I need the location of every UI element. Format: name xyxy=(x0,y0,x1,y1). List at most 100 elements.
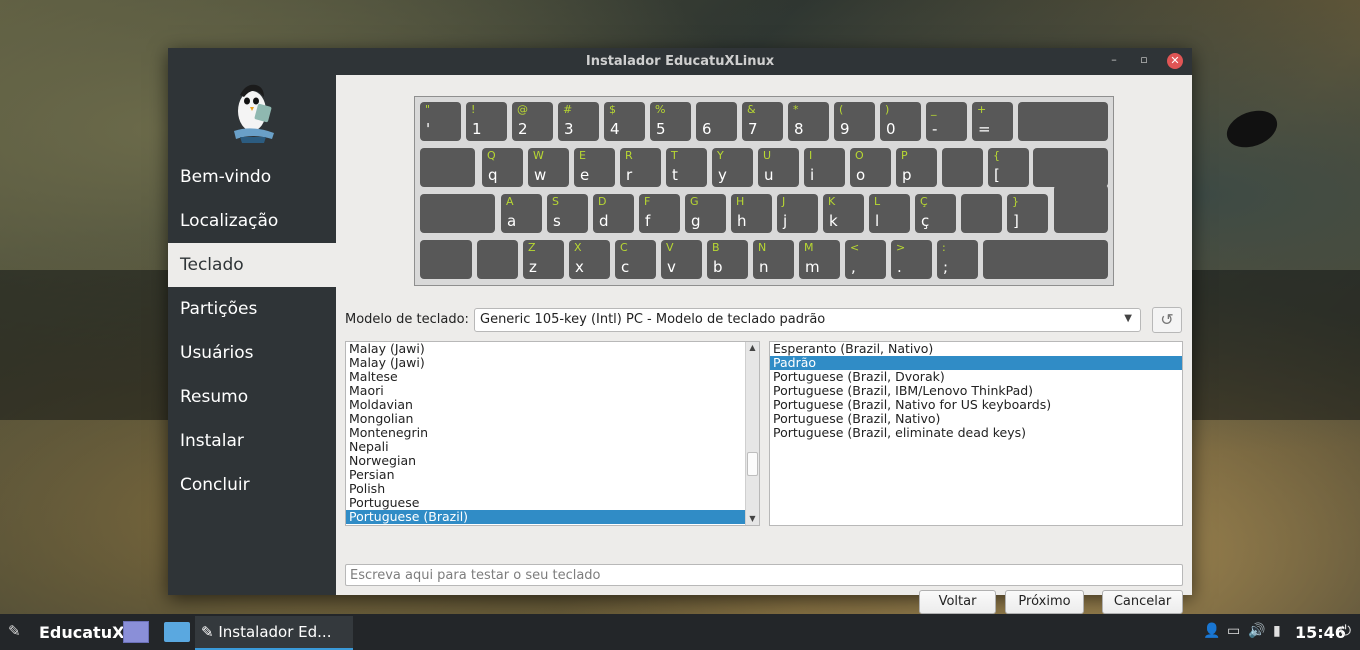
layout-list-item[interactable]: Portuguese (Brazil) xyxy=(346,510,746,524)
variant-list-item[interactable]: Portuguese (Brazil, Nativo) xyxy=(770,412,1182,426)
variant-list[interactable]: Esperanto (Brazil, Nativo) Padrão Portugue… xyxy=(769,341,1183,526)
scroll-down-icon[interactable]: ▼ xyxy=(746,513,759,525)
taskbar-task-installer[interactable]: ✎ Instalador Ed... xyxy=(195,616,353,650)
desktop-icon[interactable] xyxy=(123,621,149,643)
start-menu-icon[interactable]: ✎ xyxy=(8,622,28,642)
refresh-icon: ↺ xyxy=(1160,310,1174,329)
key-shift-label: Q xyxy=(487,149,496,162)
sidebar-item-localizacao[interactable]: Localização xyxy=(168,199,336,243)
layout-list-scrollbar[interactable]: ▲ ▼ xyxy=(745,342,759,525)
variant-list-item[interactable]: Portuguese (Brazil, Dvorak) xyxy=(770,370,1182,384)
key-shift-label: { xyxy=(993,149,1000,162)
scroll-up-icon[interactable]: ▲ xyxy=(746,342,759,354)
layout-list-item[interactable]: Portuguese xyxy=(346,496,746,510)
cancel-button[interactable]: Cancelar xyxy=(1102,590,1183,614)
key: $4 xyxy=(604,102,645,141)
key: Jj xyxy=(777,194,818,233)
enter-key-lower xyxy=(1054,185,1108,233)
keyboard-model-select[interactable]: Generic 105-key (Intl) PC - Modelo de te… xyxy=(474,308,1141,332)
layout-list-item[interactable]: Malay (Jawi) xyxy=(346,356,746,370)
key-base-label: v xyxy=(667,258,676,276)
minimize-icon[interactable]: – xyxy=(1106,53,1122,69)
key-shift-label: O xyxy=(855,149,864,162)
key-base-label: - xyxy=(932,120,938,138)
keyboard-test-input[interactable] xyxy=(345,564,1183,586)
penguin-logo-icon xyxy=(234,84,274,143)
key-base-label: r xyxy=(626,166,633,184)
key-shift-label: V xyxy=(666,241,674,254)
sidebar-item-usuarios[interactable]: Usuários xyxy=(168,331,336,375)
key-base-label: f xyxy=(645,212,651,230)
scrollbar-thumb[interactable] xyxy=(747,452,758,476)
layout-list-item[interactable]: Maori xyxy=(346,384,746,398)
display-icon[interactable]: ▭ xyxy=(1227,623,1240,639)
layout-list-item[interactable]: Nepali xyxy=(346,440,746,454)
chevron-down-icon: ▼ xyxy=(1124,313,1132,324)
close-icon[interactable]: ✕ xyxy=(1167,53,1183,69)
window-titlebar[interactable]: Instalador EducatuXLinux – ▫ ✕ xyxy=(168,48,1192,75)
variant-list-item[interactable]: Portuguese (Brazil, Nativo for US keyboa… xyxy=(770,398,1182,412)
key: Dd xyxy=(593,194,634,233)
start-menu-label[interactable]: EducatuX xyxy=(39,623,124,642)
keyboard-preview: " '! 1 @2 #3 $4% 5 6 & 7 * 8(9) 0 _ - + = Qq Ww Ee Rr Tt Yy Uu I… xyxy=(414,96,1114,286)
key: Tt xyxy=(666,148,707,187)
key-base-label: s xyxy=(553,212,561,230)
layout-list-item[interactable]: Montenegrin xyxy=(346,426,746,440)
key: % 5 xyxy=(650,102,691,141)
taskbar: ✎ EducatuX ✎ Instalador Ed... 👤 ▭ 🔊 ▮ 15… xyxy=(0,614,1360,650)
layout-list[interactable]: Malay (Jawi) Malay (Jawi) Maltese Maori Mold… xyxy=(345,341,760,526)
sidebar-item-teclado[interactable]: Teclado xyxy=(168,243,336,287)
key: 6 xyxy=(696,102,737,141)
key-shift-label: Y xyxy=(717,149,724,162)
layout-list-item[interactable]: Maltese xyxy=(346,370,746,384)
sidebar-item-particoes[interactable]: Partições xyxy=(168,287,336,331)
key-shift-label: G xyxy=(690,195,699,208)
key-shift-label: I xyxy=(809,149,813,162)
key-shift-label: Z xyxy=(528,241,536,254)
keyboard-model-value: Generic 105-key (Intl) PC - Modelo de te… xyxy=(480,312,826,327)
key-base-label: l xyxy=(875,212,880,230)
key: Çç xyxy=(915,194,956,233)
key-base-label: h xyxy=(737,212,747,230)
key-shift-label: " xyxy=(425,103,431,116)
key: Gg xyxy=(685,194,726,233)
layout-list-item[interactable]: Norwegian xyxy=(346,454,746,468)
layout-list-item[interactable]: Mongolian xyxy=(346,412,746,426)
volume-icon[interactable]: 🔊 xyxy=(1248,623,1265,639)
key: " ' xyxy=(420,102,461,141)
key-shift-label: C xyxy=(620,241,628,254)
key: Rr xyxy=(620,148,661,187)
key-base-label: y xyxy=(718,166,727,184)
key: Vv xyxy=(661,240,702,279)
key: _ - xyxy=(926,102,967,141)
folder-icon[interactable] xyxy=(164,622,190,642)
sidebar-item-instalar[interactable]: Instalar xyxy=(168,419,336,463)
next-button[interactable]: Próximo xyxy=(1005,590,1084,614)
sidebar-item-concluir[interactable]: Concluir xyxy=(168,463,336,507)
sidebar-item-resumo[interactable]: Resumo xyxy=(168,375,336,419)
key-shift-label: D xyxy=(598,195,607,208)
layout-list-item[interactable]: Malay (Jawi) xyxy=(346,342,746,356)
maximize-icon[interactable]: ▫ xyxy=(1136,53,1152,69)
layout-list-item[interactable]: Moldavian xyxy=(346,398,746,412)
sidebar-item-bem-vindo[interactable]: Bem-vindo xyxy=(168,155,336,199)
key: :; xyxy=(937,240,978,279)
power-icon[interactable]: ⏻ xyxy=(1340,623,1351,639)
battery-icon[interactable]: ▮ xyxy=(1273,623,1281,639)
user-icon[interactable]: 👤 xyxy=(1203,623,1220,639)
key-base-label: w xyxy=(534,166,547,184)
key: Bb xyxy=(707,240,748,279)
key: <, xyxy=(845,240,886,279)
key: Oo xyxy=(850,148,891,187)
layout-list-item[interactable]: Persian xyxy=(346,468,746,482)
sidebar: Bem-vindo Localização Teclado Partições … xyxy=(168,75,336,595)
variant-list-item[interactable]: Esperanto (Brazil, Nativo) xyxy=(770,342,1182,356)
key: Yy xyxy=(712,148,753,187)
key-shift-label: M xyxy=(804,241,814,254)
layout-list-item[interactable]: Polish xyxy=(346,482,746,496)
variant-list-item[interactable]: Portuguese (Brazil, eliminate dead keys) xyxy=(770,426,1182,440)
back-button[interactable]: Voltar xyxy=(919,590,996,614)
reset-model-button[interactable]: ↺ xyxy=(1152,307,1182,333)
variant-list-item[interactable]: Portuguese (Brazil, IBM/Lenovo ThinkPad) xyxy=(770,384,1182,398)
variant-list-item[interactable]: Padrão xyxy=(770,356,1182,370)
